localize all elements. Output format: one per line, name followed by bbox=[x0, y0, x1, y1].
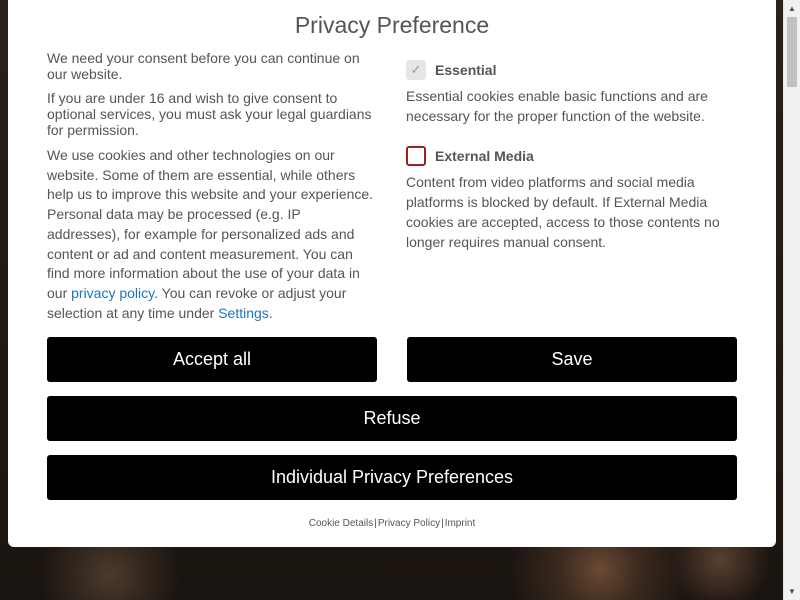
external-media-row[interactable]: External Media bbox=[406, 144, 736, 168]
imprint-link[interactable]: Imprint bbox=[445, 518, 476, 529]
essential-description: Essential cookies enable basic functions… bbox=[406, 88, 708, 124]
privacy-policy-link[interactable]: privacy policy bbox=[71, 285, 154, 301]
save-button[interactable]: Save bbox=[407, 337, 737, 382]
intro-paragraph-1: We need your consent before you can cont… bbox=[47, 50, 360, 82]
page-scrollbar[interactable]: ▲ ▼ bbox=[783, 0, 800, 600]
refuse-button[interactable]: Refuse bbox=[47, 396, 737, 441]
footer-separator: | bbox=[441, 518, 444, 529]
cookie-details-link[interactable]: Cookie Details bbox=[309, 518, 373, 529]
consent-text: We need your consent before you can cont… bbox=[47, 50, 377, 331]
consent-groups: ✓ Essential Essential cookies enable bas… bbox=[406, 58, 736, 270]
cookie-paragraph: We use cookies and other technologies on… bbox=[47, 146, 377, 323]
essential-checkbox[interactable]: ✓ bbox=[406, 60, 426, 80]
scroll-thumb[interactable] bbox=[787, 17, 797, 87]
essential-row[interactable]: ✓ Essential bbox=[406, 58, 736, 82]
intro-paragraph-2: If you are under 16 and wish to give con… bbox=[47, 90, 372, 138]
essential-label[interactable]: Essential bbox=[435, 62, 496, 78]
dialog-footer: Cookie Details|Privacy Policy|Imprint bbox=[8, 518, 776, 529]
privacy-dialog: Privacy Preference We need your consent … bbox=[8, 0, 776, 547]
external-media-description: Content from video platforms and social … bbox=[406, 174, 720, 250]
accept-all-button[interactable]: Accept all bbox=[47, 337, 377, 382]
dialog-title: Privacy Preference bbox=[294, 12, 490, 38]
cookie-text: We use cookies and other technologies on… bbox=[47, 147, 374, 301]
external-media-label[interactable]: External Media bbox=[435, 148, 534, 164]
cookie-text-end: . bbox=[268, 304, 273, 321]
privacy-policy-footer-link[interactable]: Privacy Policy bbox=[378, 518, 440, 529]
footer-separator: | bbox=[374, 518, 377, 529]
individual-preferences-button[interactable]: Individual Privacy Preferences bbox=[47, 455, 737, 500]
external-media-checkbox[interactable] bbox=[406, 146, 426, 166]
checkmark-icon: ✓ bbox=[410, 62, 422, 77]
group-essential: ✓ Essential Essential cookies enable bas… bbox=[406, 58, 736, 126]
group-external-media: External Media Content from video platfo… bbox=[406, 144, 736, 252]
scroll-down-arrow-icon[interactable]: ▼ bbox=[784, 583, 800, 600]
settings-link[interactable]: Settings bbox=[218, 305, 269, 321]
scroll-up-arrow-icon[interactable]: ▲ bbox=[784, 0, 800, 17]
